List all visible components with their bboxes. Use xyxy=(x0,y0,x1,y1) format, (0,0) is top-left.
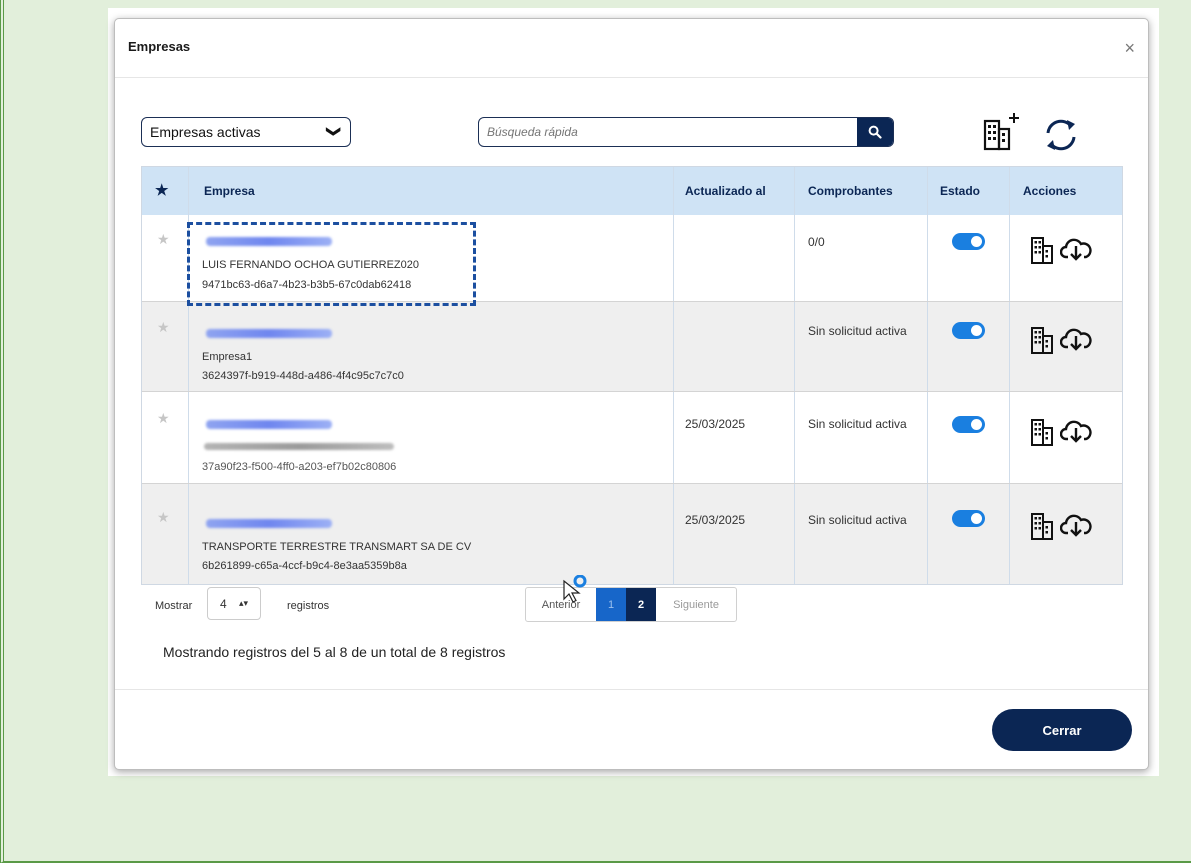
redacted-name xyxy=(206,519,332,528)
records-label: registros xyxy=(287,600,330,612)
column-divider xyxy=(794,167,795,584)
status-toggle[interactable] xyxy=(952,416,985,433)
chevron-down-icon: ❯ xyxy=(326,125,343,138)
receipts-status: Sin solicitud activa xyxy=(808,417,907,431)
empresas-modal: Empresas × Empresas activas ❯ Búsqueda r… xyxy=(114,18,1149,770)
page-size-value: 4 xyxy=(220,597,227,611)
receipts-status: Sin solicitud activa xyxy=(808,324,907,338)
company-id: 6b261899-c65a-4ccf-b9c4-8e3aa5359b8a xyxy=(202,560,407,572)
column-estado[interactable]: Estado xyxy=(940,184,980,198)
quick-search xyxy=(478,117,894,147)
records-info: Mostrando registros del 5 al 8 de un tot… xyxy=(163,644,506,660)
redacted-name xyxy=(204,443,394,450)
column-empresa[interactable]: Empresa xyxy=(204,184,255,198)
cloud-download-icon[interactable] xyxy=(1060,419,1092,445)
building-icon[interactable] xyxy=(1031,237,1055,265)
column-acciones[interactable]: Acciones xyxy=(1023,184,1076,198)
show-label: Mostrar xyxy=(155,600,193,612)
footer-divider xyxy=(115,689,1148,690)
column-actualizado[interactable]: Actualizado al xyxy=(685,184,766,198)
company-id: 37a90f23-f500-4ff0-a203-ef7b02c80806 xyxy=(202,461,397,473)
status-toggle[interactable] xyxy=(952,322,985,339)
favorite-star-icon[interactable]: ★ xyxy=(157,410,170,427)
favorite-column-header-icon[interactable]: ★ xyxy=(155,181,168,199)
updated-date: 25/03/2025 xyxy=(685,417,746,431)
company-name: Empresa1 xyxy=(202,351,253,363)
close-button[interactable]: Cerrar xyxy=(992,709,1132,751)
column-divider xyxy=(927,167,928,584)
updown-icon: ▴▾ xyxy=(239,598,249,608)
column-divider xyxy=(1009,167,1010,584)
search-icon xyxy=(868,125,882,139)
cloud-download-icon[interactable] xyxy=(1060,237,1092,263)
row-divider xyxy=(142,483,1122,484)
receipts-status: 0/0 xyxy=(808,235,825,249)
status-toggle[interactable] xyxy=(952,233,985,250)
favorite-star-icon[interactable]: ★ xyxy=(157,319,170,336)
company-filter-select[interactable]: Empresas activas ❯ xyxy=(141,117,351,147)
column-comprobantes[interactable]: Comprobantes xyxy=(808,184,893,198)
company-name: TRANSPORTE TERRESTRE TRANSMART SA DE CV xyxy=(202,541,472,553)
redacted-name xyxy=(206,329,332,338)
building-icon[interactable] xyxy=(1031,419,1055,447)
mouse-cursor-icon xyxy=(563,575,587,603)
building-icon[interactable] xyxy=(1031,513,1055,541)
company-id: 3624397f-b919-448d-a486-4f4c95c7c7c0 xyxy=(202,370,404,382)
status-toggle[interactable] xyxy=(952,510,985,527)
building-icon[interactable] xyxy=(1031,327,1055,355)
updated-date: 25/03/2025 xyxy=(685,513,746,527)
column-divider xyxy=(673,167,674,584)
page-size-select[interactable]: 4 ▴▾ xyxy=(207,587,261,620)
header-divider xyxy=(115,77,1148,78)
search-button[interactable] xyxy=(857,118,893,146)
add-company-icon[interactable] xyxy=(983,113,1025,153)
refresh-icon[interactable] xyxy=(1041,115,1081,155)
modal-title: Empresas xyxy=(128,39,191,54)
page-1-button[interactable]: 1 xyxy=(596,588,626,621)
page-2-button[interactable]: 2 xyxy=(626,588,656,621)
table-header: ★ Empresa Actualizado al Comprobantes Es… xyxy=(142,167,1122,215)
redacted-name xyxy=(206,420,332,429)
row-divider xyxy=(142,391,1122,392)
receipts-status: Sin solicitud activa xyxy=(808,513,907,527)
next-page-button[interactable]: Siguiente xyxy=(656,588,736,621)
pagination: Anterior 1 2 Siguiente xyxy=(525,587,737,622)
search-input[interactable] xyxy=(485,124,849,140)
favorite-star-icon[interactable]: ★ xyxy=(157,231,170,248)
close-icon[interactable]: × xyxy=(1124,39,1135,57)
highlight-box xyxy=(187,222,476,306)
favorite-star-icon[interactable]: ★ xyxy=(157,509,170,526)
filter-selected-value: Empresas activas xyxy=(150,124,261,140)
companies-table: ★ Empresa Actualizado al Comprobantes Es… xyxy=(141,166,1123,585)
cloud-download-icon[interactable] xyxy=(1060,327,1092,353)
cloud-download-icon[interactable] xyxy=(1060,513,1092,539)
